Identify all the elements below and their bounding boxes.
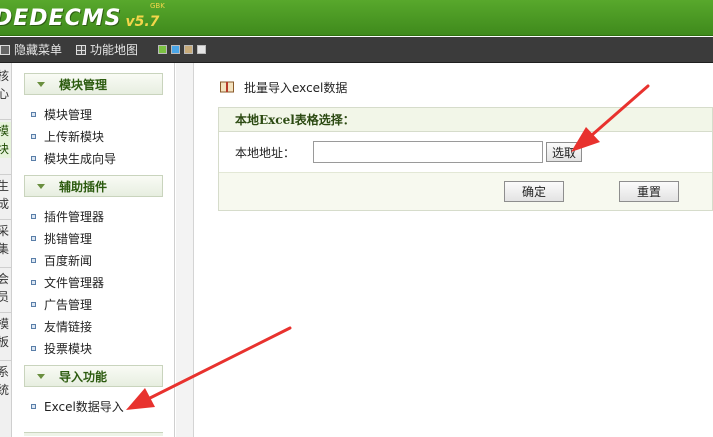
sidebar-item-label: 投票模块 <box>44 341 93 356</box>
page-title: 批量导入excel数据 <box>244 80 348 95</box>
vertical-tab-separator <box>0 119 11 120</box>
sidebar-item-label: 模块生成向导 <box>44 151 117 166</box>
sidebar-item[interactable]: 百度新闻 <box>31 250 92 270</box>
sidebar-item[interactable]: 广告管理 <box>31 294 92 314</box>
grid-icon <box>76 44 87 55</box>
sidebar-item-label: 挑错管理 <box>44 231 93 246</box>
sidebar-item[interactable]: 模块管理 <box>31 104 92 124</box>
sidebar-item[interactable]: 模块生成向导 <box>31 148 116 168</box>
logo-text: DEDECMS <box>0 6 122 31</box>
sidebar-item-label: 广告管理 <box>44 297 93 312</box>
skin-swatch[interactable] <box>184 45 194 54</box>
skin-swatch[interactable] <box>158 45 168 54</box>
hide-menu-icon <box>0 44 10 55</box>
file-path-input[interactable] <box>313 141 543 163</box>
panel-header: 本地Excel表格选择： <box>219 108 712 132</box>
sidebar-item[interactable]: 投票模块 <box>31 338 92 358</box>
sidebar-item-label: 友情链接 <box>44 319 93 334</box>
sidebar-item-label: Excel数据导入 <box>44 399 124 414</box>
import-panel: 本地Excel表格选择： 本地地址： 选取 确定 重置 <box>218 107 713 211</box>
vertical-tab-separator <box>0 267 11 268</box>
file-path-label: 本地地址： <box>235 145 296 160</box>
vertical-tab[interactable]: 系统 <box>0 363 11 399</box>
vertical-tab-separator <box>0 360 11 361</box>
skin-swatch[interactable] <box>171 45 181 54</box>
square-bullet-icon <box>31 301 36 307</box>
square-bullet-icon <box>31 279 36 285</box>
vertical-tab[interactable]: 模板 <box>0 315 11 351</box>
square-bullet-icon <box>31 323 36 329</box>
caret-down-icon <box>37 373 45 379</box>
square-bullet-icon <box>31 345 36 351</box>
menu-bottom-divider <box>24 432 163 436</box>
sidebar-item-label: 上传新模块 <box>44 129 105 144</box>
frame-splitter[interactable] <box>176 63 194 437</box>
caret-down-icon <box>37 81 45 87</box>
sidebar-item[interactable]: 插件管理器 <box>31 206 104 226</box>
vertical-tab[interactable]: 采集 <box>0 222 11 258</box>
reset-button[interactable]: 重置 <box>619 181 679 202</box>
hide-menu-label: 隐藏菜单 <box>14 43 63 57</box>
page-title-row: 批量导入excel数据 <box>220 77 347 97</box>
sidebar-menu: 模块管理 模块管理 上传新模块 模块生成向导 辅助插件 插件管理器 挑错管理 百度新闻 文件管理… <box>13 63 175 437</box>
vertical-tab-separator <box>0 219 11 220</box>
sidebar-item-label: 百度新闻 <box>44 253 93 268</box>
sidebar-item-label: 插件管理器 <box>44 209 105 224</box>
sidebar-section-title: 辅助插件 <box>59 179 108 194</box>
sidebar-section-title: 模块管理 <box>59 77 108 92</box>
logo: DEDECMS v5.7 <box>0 4 159 32</box>
vertical-tab-separator <box>0 312 11 313</box>
square-bullet-icon <box>31 111 36 117</box>
skin-swatches <box>158 45 207 54</box>
book-icon <box>220 81 234 93</box>
square-bullet-icon <box>31 257 36 263</box>
vertical-tab[interactable]: 模块 <box>0 122 11 158</box>
main-content: 批量导入excel数据 本地Excel表格选择： 本地地址： 选取 确定 重置 <box>195 63 713 437</box>
toolbar: 隐藏菜单 功能地图 <box>0 37 713 63</box>
square-bullet-icon <box>31 213 36 219</box>
square-bullet-icon <box>31 133 36 139</box>
sidebar-section-header[interactable]: 导入功能 <box>24 365 163 387</box>
sidebar-item[interactable]: 文件管理器 <box>31 272 104 292</box>
sidebar-item-label: 文件管理器 <box>44 275 105 290</box>
square-bullet-icon <box>31 403 36 409</box>
sidebar-section-header[interactable]: 模块管理 <box>24 73 163 95</box>
square-bullet-icon <box>31 155 36 161</box>
panel-actions: 确定 重置 <box>219 172 712 210</box>
sidebar-section-title: 导入功能 <box>59 369 108 384</box>
sidebar-section-header[interactable]: 辅助插件 <box>24 175 163 197</box>
vertical-tab-bar: 核心模块生成采集会员模板系统 <box>0 63 12 437</box>
function-map-button[interactable]: 功能地图 <box>76 37 138 63</box>
function-map-label: 功能地图 <box>90 43 139 57</box>
logo-version: v5.7 <box>125 14 160 30</box>
sidebar-item-label: 模块管理 <box>44 107 93 122</box>
sidebar-item[interactable]: 上传新模块 <box>31 126 104 146</box>
app-header: DEDECMS v5.7 GBK <box>0 0 713 36</box>
caret-down-icon <box>37 183 45 189</box>
sidebar-item[interactable]: 友情链接 <box>31 316 92 336</box>
vertical-tab[interactable]: 会员 <box>0 270 11 306</box>
panel-title: 本地Excel表格选择： <box>235 113 355 127</box>
file-row: 本地地址： 选取 <box>219 133 712 171</box>
confirm-button[interactable]: 确定 <box>504 181 564 202</box>
hide-menu-button[interactable]: 隐藏菜单 <box>0 37 62 63</box>
browse-button[interactable]: 选取 <box>546 142 583 162</box>
sidebar-item[interactable]: Excel数据导入 <box>31 396 124 416</box>
vertical-tab[interactable]: 生成 <box>0 177 11 213</box>
sidebar-item[interactable]: 挑错管理 <box>31 228 92 248</box>
vertical-tab-separator <box>0 174 11 175</box>
skin-swatch[interactable] <box>197 45 207 54</box>
logo-sub: GBK <box>150 2 165 10</box>
square-bullet-icon <box>31 235 36 241</box>
vertical-tab[interactable]: 核心 <box>0 67 11 103</box>
